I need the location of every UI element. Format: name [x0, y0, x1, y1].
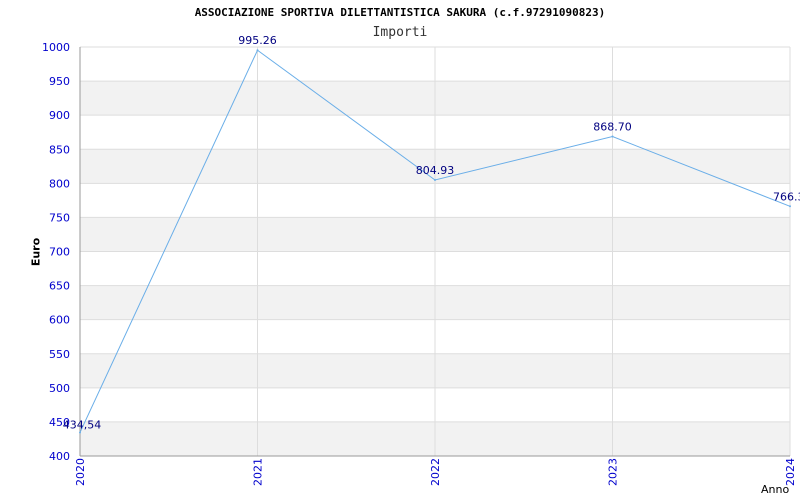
- data-label: 868.70: [593, 121, 632, 134]
- data-point: [79, 431, 81, 434]
- data-label: 804.93: [416, 164, 455, 177]
- data-label: 766.3: [773, 190, 800, 203]
- line-chart: 4004505005506006507007508008509009501000…: [42, 34, 800, 486]
- x-tick-label: 2020: [74, 458, 87, 486]
- y-tick-label: 800: [49, 177, 70, 190]
- y-tick-labels: 4004505005506006507007508008509009501000: [42, 41, 70, 463]
- y-tick-label: 600: [49, 314, 70, 327]
- y-tick-label: 900: [49, 109, 70, 122]
- x-tick-label: 2021: [252, 458, 265, 486]
- data-point: [256, 49, 259, 52]
- y-tick-label: 700: [49, 246, 70, 259]
- x-tick-label: 2023: [607, 458, 620, 486]
- data-point: [434, 178, 436, 181]
- data-point: [611, 135, 614, 138]
- y-tick-label: 550: [49, 348, 70, 361]
- data-label: 995.26: [238, 34, 277, 47]
- data-label: 434,54: [63, 418, 102, 431]
- y-tick-label: 950: [49, 75, 70, 88]
- y-tick-label: 500: [49, 382, 70, 395]
- y-tick-label: 1000: [42, 41, 70, 54]
- x-tick-label: 2022: [429, 458, 442, 486]
- x-tick-label: 2024: [784, 458, 797, 486]
- y-tick-label: 850: [49, 143, 70, 156]
- y-tick-label: 650: [49, 280, 70, 293]
- y-tick-label: 750: [49, 211, 70, 224]
- data-point: [789, 205, 791, 208]
- x-tick-labels: 2020 2021 2022 2023 2024: [74, 458, 797, 486]
- y-tick-label: 400: [49, 450, 70, 463]
